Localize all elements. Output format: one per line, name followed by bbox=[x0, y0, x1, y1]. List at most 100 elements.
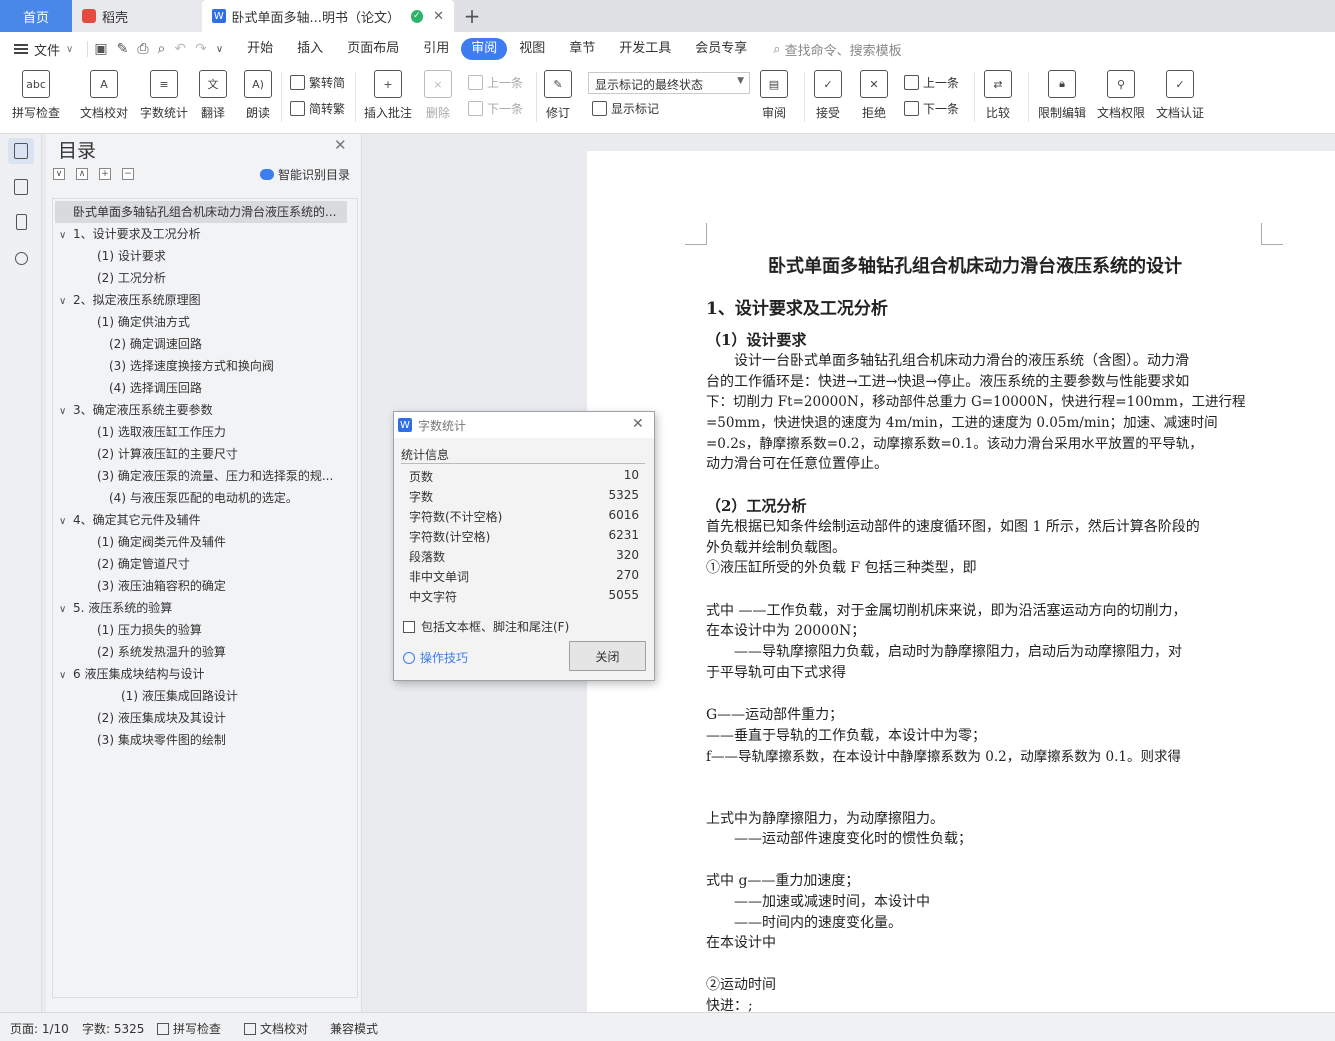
trad-to-simp-button[interactable]: 繁转简 bbox=[290, 74, 345, 91]
tab-layout[interactable]: 页面布局 bbox=[335, 38, 411, 60]
toc-item[interactable]: (2) 液压集成块及其设计 bbox=[55, 707, 226, 729]
tab-references[interactable]: 引用 bbox=[411, 38, 461, 60]
toc-item[interactable]: 卧式单面多轴钻孔组合机床动力滑台液压系统的... bbox=[55, 201, 347, 223]
prev-comment-button[interactable]: 上一条 bbox=[468, 74, 523, 91]
spell-check-button[interactable]: abc 拼写检查 bbox=[12, 70, 60, 121]
toc-item[interactable]: (1) 确定供油方式 bbox=[55, 311, 190, 333]
toc-item[interactable]: ∨ 2、拟定液压系统原理图 bbox=[55, 289, 201, 311]
tab-review[interactable]: 审阅 bbox=[461, 38, 508, 60]
next-change-button[interactable]: 下一条 bbox=[904, 100, 959, 117]
simp-to-trad-button[interactable]: 简转繁 bbox=[290, 100, 345, 117]
toc-nav-icon[interactable] bbox=[8, 138, 34, 164]
close-button[interactable]: 关闭 bbox=[569, 641, 646, 671]
format-painter-icon[interactable]: ✎ bbox=[117, 41, 129, 57]
tab-chapter[interactable]: 章节 bbox=[557, 38, 607, 60]
toc-item[interactable]: (3) 液压油箱容积的确定 bbox=[55, 575, 226, 597]
doc-permission-button[interactable]: ⚲ 文档权限 bbox=[1097, 70, 1145, 121]
toc-item[interactable]: (2) 确定调速回路 bbox=[55, 333, 202, 355]
chevron-down-icon[interactable]: ∨ bbox=[59, 291, 73, 311]
toc-item[interactable]: (2) 工况分析 bbox=[55, 267, 166, 289]
toc-item[interactable]: (1) 选取液压缸工作压力 bbox=[55, 421, 226, 443]
toc-item[interactable]: (1) 设计要求 bbox=[55, 245, 166, 267]
word-count-indicator[interactable]: 字数: 5325 bbox=[82, 1020, 144, 1037]
undo-icon[interactable]: ↶ bbox=[174, 41, 186, 57]
toc-item[interactable]: (2) 确定管道尺寸 bbox=[55, 553, 190, 575]
checkbox-box[interactable] bbox=[403, 620, 415, 633]
new-tab-button[interactable]: + bbox=[454, 0, 490, 32]
chevron-down-icon[interactable]: ∨ bbox=[59, 665, 73, 685]
tab-document-label: 卧式单面多轴...明书（论文） bbox=[231, 10, 400, 26]
delete-comment-button[interactable]: × 删除 bbox=[424, 70, 452, 121]
tab-member[interactable]: 会员专享 bbox=[683, 38, 759, 60]
tips-link[interactable]: 操作技巧 bbox=[403, 649, 468, 666]
smart-toc-button[interactable]: 智能识别目录 bbox=[260, 166, 350, 183]
compare-button[interactable]: ⇄ 比较 bbox=[984, 70, 1012, 121]
print-icon[interactable]: ⎙ bbox=[137, 41, 148, 57]
collapse-up-icon[interactable]: ∧ bbox=[76, 168, 88, 180]
toc-item[interactable]: ∨ 6 液压集成块结构与设计 bbox=[55, 663, 204, 685]
track-changes-button[interactable]: ✎ 修订 bbox=[544, 70, 572, 121]
tab-view[interactable]: 视图 bbox=[507, 38, 557, 60]
insert-comment-button[interactable]: + 插入批注 bbox=[364, 70, 412, 121]
dialog-titlebar[interactable]: W 字数统计 bbox=[394, 412, 654, 438]
page-indicator[interactable]: 页面: 1/10 bbox=[10, 1020, 69, 1037]
translate-button[interactable]: 文翻译 bbox=[199, 70, 227, 121]
toc-item[interactable]: (1) 压力损失的验算 bbox=[55, 619, 202, 641]
toc-item[interactable]: ∨ 4、确定其它元件及辅件 bbox=[55, 509, 201, 531]
markup-state-select[interactable]: 显示标记的最终状态 ▼ bbox=[588, 72, 750, 94]
show-markup-button[interactable]: 显示标记 bbox=[592, 100, 659, 117]
toc-item[interactable]: (4) 选择调压回路 bbox=[55, 377, 202, 399]
document-page[interactable]: 卧式单面多轴钻孔组合机床动力滑台液压系统的设计 1、设计要求及工况分析 （1）设… bbox=[587, 151, 1335, 1012]
doc-cert-button[interactable]: ✓ 文档认证 bbox=[1156, 70, 1204, 121]
proof-status-label: 文档校对 bbox=[260, 1022, 309, 1036]
toc-item[interactable]: (3) 选择速度换接方式和换向阀 bbox=[55, 355, 274, 377]
chevron-down-icon[interactable]: ∨ bbox=[59, 401, 73, 421]
include-footnotes-checkbox[interactable]: 包括文本框、脚注和尾注(F) bbox=[403, 618, 569, 635]
doc-proof-button[interactable]: A 文档校对 bbox=[80, 70, 128, 121]
toc-item[interactable]: (3) 确定液压泵的流量、压力和选择泵的规... bbox=[55, 465, 349, 487]
toc-item[interactable]: (1) 液压集成回路设计 bbox=[55, 685, 238, 707]
tab-developer[interactable]: 开发工具 bbox=[607, 38, 683, 60]
toc-item[interactable]: (3) 集成块零件图的绘制 bbox=[55, 729, 226, 751]
chevron-down-icon[interactable]: ∨ bbox=[59, 599, 73, 619]
word-count-button[interactable]: ≡ 字数统计 bbox=[140, 70, 188, 121]
tab-daoke[interactable]: 稻壳 bbox=[72, 0, 202, 32]
toc-item[interactable]: ∨ 5. 液压系统的验算 bbox=[55, 597, 172, 619]
next-comment-button[interactable]: 下一条 bbox=[468, 100, 523, 117]
tab-start[interactable]: 开始 bbox=[235, 38, 285, 60]
tab-insert[interactable]: 插入 bbox=[285, 38, 335, 60]
prev-change-button[interactable]: 上一条 bbox=[904, 74, 959, 91]
review-pane-button[interactable]: ▤ 审阅 bbox=[760, 70, 788, 121]
close-tab-icon[interactable]: ✕ bbox=[433, 9, 444, 24]
file-menu[interactable]: 文件 ∨ bbox=[0, 40, 83, 59]
read-aloud-button[interactable]: A) 朗读 bbox=[244, 70, 272, 121]
close-icon[interactable]: ✕ bbox=[334, 136, 347, 154]
bookmark-icon[interactable] bbox=[8, 209, 34, 235]
toc-item[interactable]: (1) 确定阀类元件及辅件 bbox=[55, 531, 226, 553]
accept-button[interactable]: ✓ 接受 bbox=[814, 70, 842, 121]
chevron-down-icon[interactable]: ∨ bbox=[59, 225, 73, 245]
save-icon[interactable]: ▣ bbox=[94, 41, 107, 57]
tab-home[interactable]: 首页 bbox=[0, 0, 72, 32]
toc-item[interactable]: ∨ 3、确定液压系统主要参数 bbox=[55, 399, 213, 421]
toc-item[interactable]: ∨ 1、设计要求及工况分析 bbox=[55, 223, 201, 245]
add-heading-icon[interactable]: + bbox=[99, 168, 111, 180]
close-icon[interactable]: ✕ bbox=[632, 416, 644, 432]
print-preview-icon[interactable]: ⌕ bbox=[158, 41, 166, 57]
remove-heading-icon[interactable]: − bbox=[122, 168, 134, 180]
chapter-nav-icon[interactable] bbox=[8, 174, 34, 200]
proof-status[interactable]: 文档校对 bbox=[244, 1020, 308, 1037]
toc-item[interactable]: (2) 计算液压缸的主要尺寸 bbox=[55, 443, 238, 465]
reject-button[interactable]: ✕ 拒绝 bbox=[860, 70, 888, 121]
expand-down-icon[interactable]: ∨ bbox=[53, 168, 65, 180]
toc-item[interactable]: (2) 系统发热温升的验算 bbox=[55, 641, 226, 663]
spell-check-status[interactable]: 拼写检查 bbox=[157, 1020, 221, 1037]
tab-document[interactable]: W 卧式单面多轴...明书（论文） ✓ ✕ bbox=[202, 0, 454, 32]
search-icon[interactable] bbox=[8, 245, 34, 271]
chevron-down-icon[interactable]: ∨ bbox=[59, 511, 73, 531]
restrict-editing-button[interactable]: 🔒︎ 限制编辑 bbox=[1038, 70, 1086, 121]
redo-icon[interactable]: ↷ bbox=[195, 41, 207, 57]
command-search[interactable]: ⌕ 查找命令、搜索模板 bbox=[773, 40, 901, 59]
toc-item[interactable]: (4) 与液压泵匹配的电动机的选定。 bbox=[55, 487, 298, 509]
customize-icon[interactable]: ∨ bbox=[216, 44, 223, 55]
